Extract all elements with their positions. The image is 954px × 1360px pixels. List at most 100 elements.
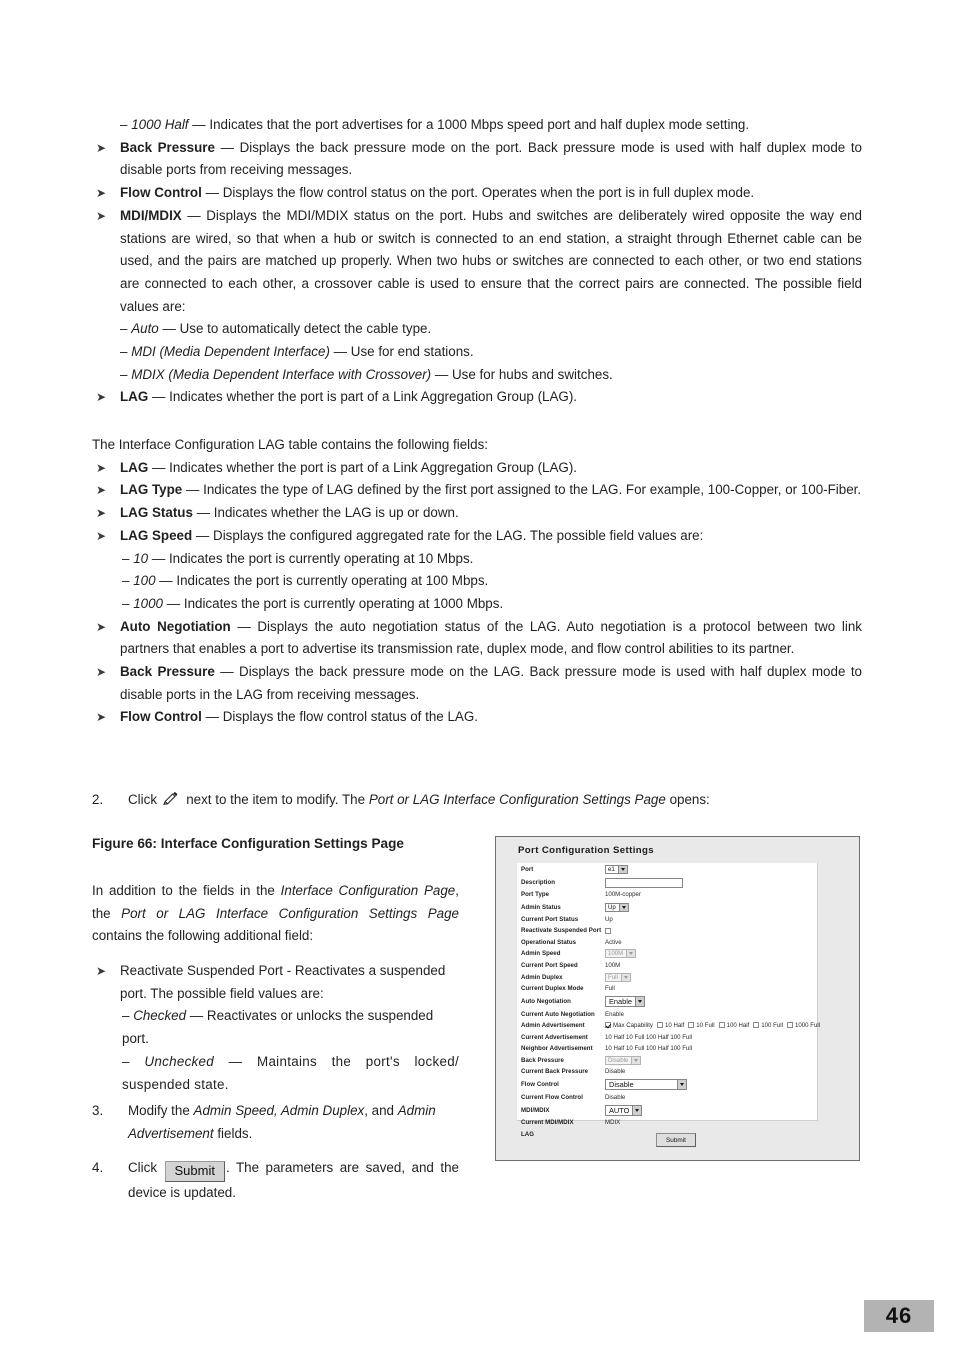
advertisement-option[interactable]: 10 Full xyxy=(688,1022,715,1030)
advertisement-option[interactable]: 10 Half xyxy=(656,1022,685,1030)
row-value: Full xyxy=(605,985,817,992)
figure-intro-text: In addition to the fields in the Interfa… xyxy=(92,880,459,948)
sub-item-mdix: – MDIX (Media Dependent Interface with C… xyxy=(92,364,862,387)
arrow-bullet-icon: ➤ xyxy=(96,506,107,521)
term-1000-half: 1000 Half xyxy=(131,117,189,132)
row-value: Disable xyxy=(605,1055,817,1065)
row-label: Current Duplex Mode xyxy=(521,985,584,993)
settings-row: Current Auto Negotiation Enable xyxy=(517,1008,817,1020)
checkbox-100-full[interactable] xyxy=(753,1022,760,1029)
description-text: Displays the MDI/MDIX status on the port… xyxy=(120,207,862,314)
advertisement-option[interactable]: 1000 Full xyxy=(786,1022,821,1030)
arrow-bullet-icon: ➤ xyxy=(96,483,107,498)
chevron-down-icon xyxy=(631,1056,641,1064)
dropdown-flow-control[interactable]: Disable xyxy=(605,1079,687,1091)
list-item-back-pressure-lag: ➤ Back Pressure — Displays the back pres… xyxy=(92,661,862,706)
step-text-post: opens: xyxy=(669,792,710,807)
intro-text-3: contains the following additional field: xyxy=(92,928,314,944)
em-dash: — xyxy=(195,527,210,543)
em-dash: — xyxy=(333,344,348,360)
sub-item-1000-half: – 1000 Half — Indicates that the port ad… xyxy=(92,114,862,137)
advertisement-option[interactable]: Max Capability xyxy=(605,1022,653,1029)
settings-row: Current Duplex Mode Full xyxy=(517,983,817,995)
intro-italic-2: Port or LAG Interface Configuration Sett… xyxy=(121,905,459,921)
description-input[interactable] xyxy=(605,877,683,888)
reactivate-suspended-port-checkbox[interactable] xyxy=(605,927,611,934)
checkbox-100-half[interactable] xyxy=(718,1022,725,1029)
checkbox-1000-full[interactable] xyxy=(786,1022,793,1029)
intro-text-2: the xyxy=(92,905,111,921)
sub-item-mdi: – MDI (Media Dependent Interface) — Use … xyxy=(92,341,862,364)
figure-caption-block: Figure 66: Interface Configuration Setti… xyxy=(92,833,462,856)
option-label: Max Capability xyxy=(613,1022,653,1030)
checkbox-10-half[interactable] xyxy=(656,1022,663,1029)
checkbox-max-capability[interactable] xyxy=(605,1022,611,1029)
row-label: Flow Control xyxy=(521,1081,559,1089)
dash-marker: – xyxy=(122,1053,130,1069)
row-value: 10 Half 10 Full 100 Half 100 Full xyxy=(605,1045,817,1052)
settings-row: Admin Status Up xyxy=(517,901,817,914)
step-text-pre: Click xyxy=(128,1160,158,1175)
arrow-bullet-icon: ➤ xyxy=(96,964,107,978)
field-names-italic-1: Admin Speed, Admin Duplex xyxy=(193,1103,365,1118)
option-label: 10 Half xyxy=(664,1022,685,1030)
checkbox-10-full[interactable] xyxy=(688,1022,695,1029)
description-text: Use to automatically detect the cable ty… xyxy=(179,321,432,337)
description-text: Displays the auto negotiation status of … xyxy=(120,618,862,657)
row-value: Up xyxy=(605,902,817,912)
em-dash: — xyxy=(434,366,449,382)
sub-item-speed-1000: – 1000 — Indicates the port is currently… xyxy=(92,593,862,616)
term-label: Reactivate Suspended Port - Reactivates … xyxy=(120,963,446,1001)
em-dash: — xyxy=(185,482,200,498)
arrow-bullet-icon: ➤ xyxy=(96,140,107,155)
list-item-lag-type: ➤ LAG Type — Indicates the type of LAG d… xyxy=(92,479,862,502)
static-value: 100M-copper xyxy=(605,891,641,899)
row-value: Max Capability 10 Half 10 Full 100 Half 100 … xyxy=(605,1022,824,1029)
static-value: 10 Half 10 Full 100 Half 100 Full xyxy=(605,1045,693,1053)
row-label: Admin Duplex xyxy=(521,973,563,981)
row-value: Up xyxy=(605,916,817,923)
em-dash: — xyxy=(187,207,201,223)
step-2: 2. Click next to the item to modify. The… xyxy=(92,789,862,812)
static-value: Disable xyxy=(605,1093,626,1101)
static-value: Full xyxy=(605,985,615,993)
row-value xyxy=(605,927,817,934)
list-item-lag-status: ➤ LAG Status — Indicates whether the LAG… xyxy=(92,502,862,525)
term-label: MDI (Media Dependent Interface) xyxy=(131,344,330,360)
em-dash: — xyxy=(205,185,219,201)
term-label: MDI/MDIX xyxy=(120,207,182,223)
row-label: Port Type xyxy=(521,891,550,899)
advertisement-option[interactable]: 100 Half xyxy=(718,1022,749,1029)
submit-button-inline[interactable]: Submit xyxy=(164,1161,225,1182)
dropdown-auto-negotiation[interactable]: Enable xyxy=(605,995,646,1007)
row-value: MDIX xyxy=(605,1119,817,1126)
static-value: 10 Half 10 Full 100 Half 100 Full xyxy=(605,1033,693,1041)
advertisement-option[interactable]: 100 Full xyxy=(753,1022,783,1029)
row-label: Operational Status xyxy=(521,938,577,946)
option-label: 1000 Full xyxy=(794,1022,821,1030)
row-label: Auto Negotiation xyxy=(521,997,571,1005)
row-value: Disable xyxy=(605,1068,817,1075)
description-text: Displays the configured aggregated rate … xyxy=(213,527,704,543)
description-text: Indicates the port is currently operatin… xyxy=(183,595,504,611)
list-item-reactivate-suspended-port: ➤ Reactivate Suspended Port - Reactivate… xyxy=(92,960,459,1005)
dropdown-admin-status[interactable]: Up xyxy=(605,902,629,912)
description-text: Indicates whether the port is part of a … xyxy=(169,389,578,405)
row-value: e1 xyxy=(605,865,817,874)
list-item-flow-control: ➤ Flow Control — Displays the flow contr… xyxy=(92,182,862,205)
term-label: LAG xyxy=(120,459,149,475)
settings-row: Back Pressure Disable xyxy=(517,1055,817,1067)
settings-row: Flow Control Disable xyxy=(517,1078,817,1092)
term-label: 100 xyxy=(133,573,156,589)
submit-button[interactable]: Submit xyxy=(656,1133,696,1147)
dropdown-port[interactable]: e1 xyxy=(605,865,628,874)
list-item-auto-negotiation: ➤ Auto Negotiation — Displays the auto n… xyxy=(92,616,862,661)
dropdown-admin-duplex: Full xyxy=(605,972,631,982)
page-number: 46 xyxy=(864,1300,934,1332)
static-value: 100M xyxy=(605,962,621,969)
row-value: Enable xyxy=(605,995,817,1007)
list-item-mdi-mdix: ➤ MDI/MDIX — Displays the MDI/MDIX statu… xyxy=(92,205,862,319)
option-label: 10 Full xyxy=(696,1022,715,1030)
dropdown-mdi-mdix[interactable]: AUTO xyxy=(605,1104,643,1116)
intro-italic-1: Interface Configuration Page xyxy=(280,883,456,898)
